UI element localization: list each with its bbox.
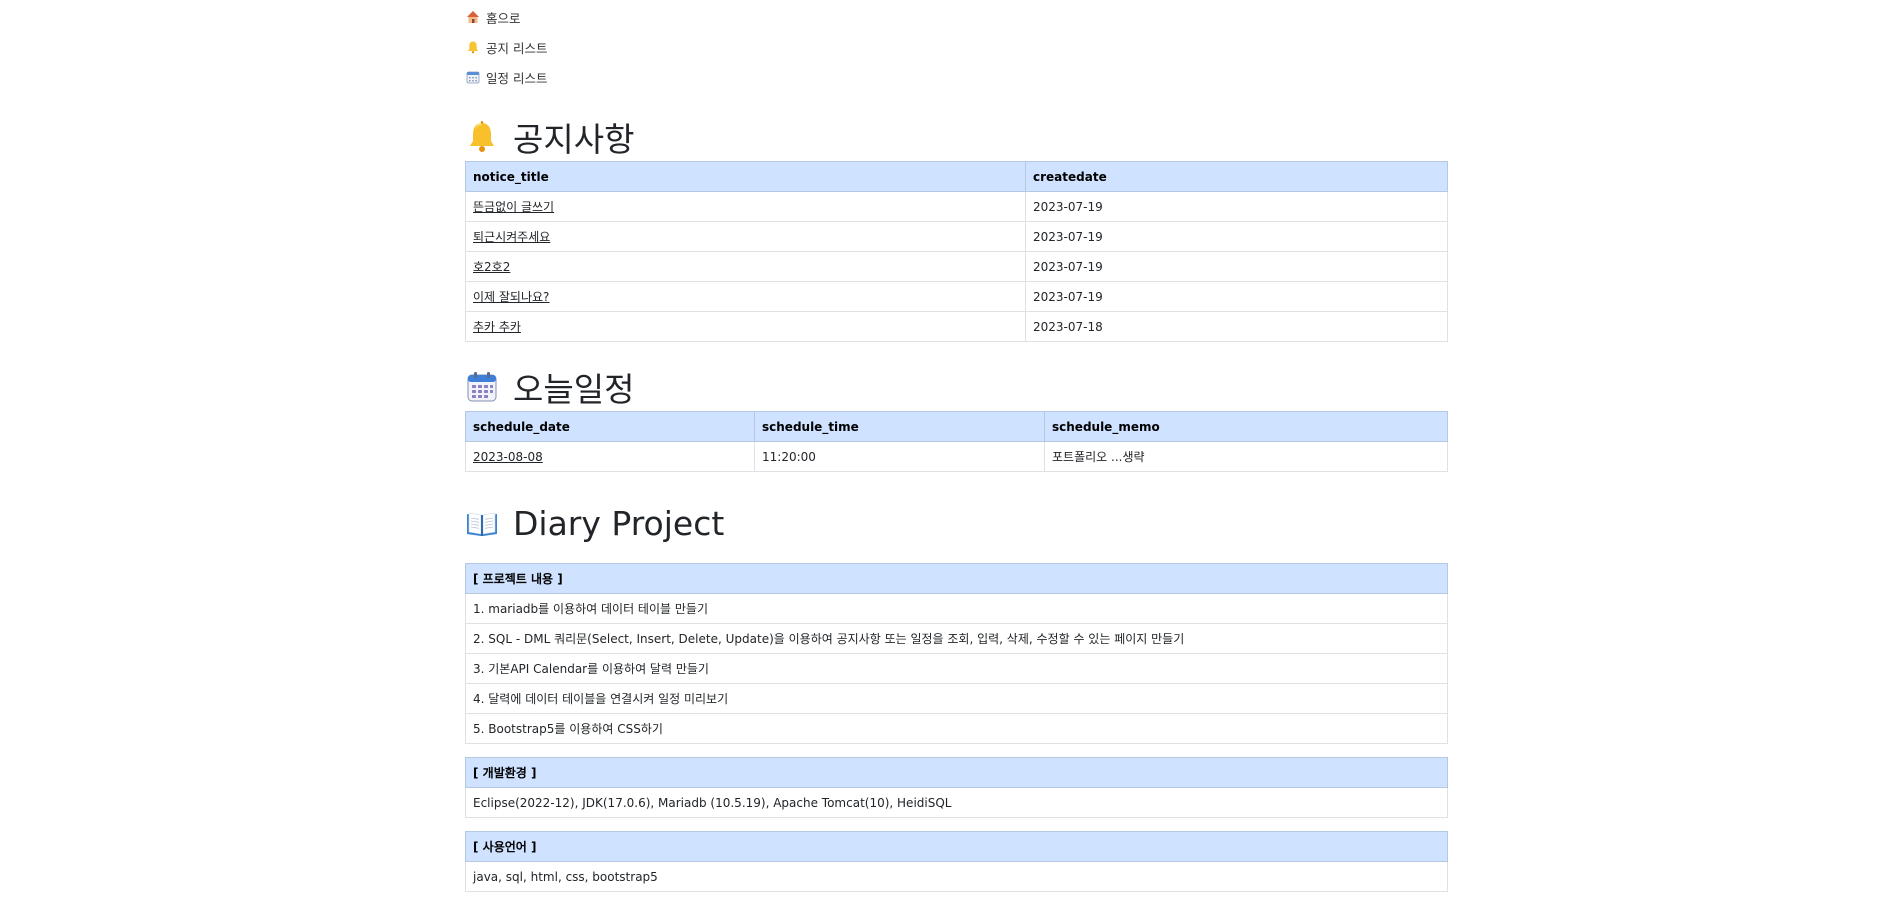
project-lang-header: [ 사용언어 ] [465, 831, 1448, 862]
project-content-item: 2. SQL - DML 쿼리문(Select, Insert, Delete,… [465, 623, 1448, 654]
table-row: Eclipse(2022-12), JDK(17.0.6), Mariadb (… [465, 787, 1448, 818]
notice-link[interactable]: 이제 잘되나요? [473, 290, 549, 304]
notice-date-cell: 2023-07-19 [1025, 281, 1448, 312]
notice-date-cell: 2023-07-19 [1025, 221, 1448, 252]
table-row: 호2호2 2023-07-19 [465, 251, 1448, 282]
page: 홈으로 공지 리스트 일정 리스트 공지사항 notice_title crea… [465, 0, 1448, 892]
schedule-memo-cell: 포트폴리오 ...생략 [1044, 441, 1448, 472]
bell-icon [465, 120, 499, 154]
project-title: Diary Project [513, 503, 725, 543]
column-header-createdate: createdate [1025, 161, 1448, 192]
notice-heading: 공지사항 [465, 116, 1448, 159]
nav-label-home: 홈으로 [486, 10, 521, 26]
nav-label-schedule-list: 일정 리스트 [486, 70, 548, 86]
notice-title: 공지사항 [513, 120, 635, 159]
project-env-header: [ 개발환경 ] [465, 757, 1448, 788]
notice-date-cell: 2023-07-18 [1025, 311, 1448, 342]
nav-link-schedule-list[interactable]: 일정 리스트 [466, 68, 547, 87]
notice-link[interactable]: 퇴근시켜주세요 [473, 230, 550, 244]
notice-date-cell: 2023-07-19 [1025, 191, 1448, 222]
schedule-heading: 오늘일정 [465, 366, 1448, 409]
project-lang-value: java, sql, html, css, bootstrap5 [465, 861, 1448, 892]
schedule-date-cell: 2023-08-08 [465, 441, 755, 472]
notice-title-cell: 퇴근시켜주세요 [465, 221, 1026, 252]
project-content-item: 1. mariadb를 이용하여 데이터 테이블 만들기 [465, 593, 1448, 624]
project-lang-header-row: [ 사용언어 ] [465, 831, 1448, 862]
project-env-header-row: [ 개발환경 ] [465, 757, 1448, 788]
table-row: 2023-08-08 11:20:00 포트폴리오 ...생략 [465, 441, 1448, 472]
schedule-title: 오늘일정 [513, 370, 635, 409]
project-heading: Diary Project [465, 502, 1448, 544]
notice-date-cell: 2023-07-19 [1025, 251, 1448, 282]
nav-link-notice-list[interactable]: 공지 리스트 [466, 38, 547, 57]
project-content-item: 4. 달력에 데이터 테이블을 연결시켜 일정 미리보기 [465, 683, 1448, 714]
table-row: 1. mariadb를 이용하여 데이터 테이블 만들기 [465, 593, 1448, 624]
project-content-header-row: [ 프로젝트 내용 ] [465, 563, 1448, 594]
project-content-item: 3. 기본API Calendar를 이용하여 달력 만들기 [465, 653, 1448, 684]
table-row: 2. SQL - DML 쿼리문(Select, Insert, Delete,… [465, 623, 1448, 654]
project-env-value: Eclipse(2022-12), JDK(17.0.6), Mariadb (… [465, 787, 1448, 818]
project-content-header: [ 프로젝트 내용 ] [465, 563, 1448, 594]
schedule-time-cell: 11:20:00 [754, 441, 1045, 472]
column-header-notice-title: notice_title [465, 161, 1026, 192]
house-icon [466, 10, 480, 24]
notice-link[interactable]: 추카 추카 [473, 320, 521, 334]
table-row: 이제 잘되나요? 2023-07-19 [465, 281, 1448, 312]
project-content-table: [ 프로젝트 내용 ] 1. mariadb를 이용하여 데이터 테이블 만들기… [465, 563, 1448, 744]
table-row: 퇴근시켜주세요 2023-07-19 [465, 221, 1448, 252]
table-row: 추카 추카 2023-07-18 [465, 311, 1448, 342]
table-row: 뜬금없이 글쓰기 2023-07-19 [465, 191, 1448, 222]
schedule-date-link[interactable]: 2023-08-08 [473, 450, 543, 464]
nav-item-home: 홈으로 [465, 2, 1448, 32]
calendar-icon [465, 370, 499, 404]
nav-link-home[interactable]: 홈으로 [466, 8, 521, 27]
notice-link[interactable]: 뜬금없이 글쓰기 [473, 200, 554, 214]
column-header-schedule-time: schedule_time [754, 411, 1045, 442]
bell-icon [466, 40, 480, 54]
notice-title-cell: 추카 추카 [465, 311, 1026, 342]
column-header-schedule-date: schedule_date [465, 411, 755, 442]
column-header-schedule-memo: schedule_memo [1044, 411, 1448, 442]
notice-title-cell: 이제 잘되나요? [465, 281, 1026, 312]
table-row: 4. 달력에 데이터 테이블을 연결시켜 일정 미리보기 [465, 683, 1448, 714]
nav-menu: 홈으로 공지 리스트 일정 리스트 [465, 2, 1448, 92]
calendar-icon [466, 70, 480, 84]
open-book-icon [465, 506, 499, 540]
project-lang-table: [ 사용언어 ] java, sql, html, css, bootstrap… [465, 831, 1448, 892]
project-env-table: [ 개발환경 ] Eclipse(2022-12), JDK(17.0.6), … [465, 757, 1448, 818]
table-row: 3. 기본API Calendar를 이용하여 달력 만들기 [465, 653, 1448, 684]
notice-title-cell: 호2호2 [465, 251, 1026, 282]
nav-label-notice-list: 공지 리스트 [486, 40, 548, 56]
schedule-table: schedule_date schedule_time schedule_mem… [465, 411, 1448, 472]
table-row: java, sql, html, css, bootstrap5 [465, 861, 1448, 892]
project-content-item: 5. Bootstrap5를 이용하여 CSS하기 [465, 713, 1448, 744]
nav-item-notice-list: 공지 리스트 [465, 32, 1448, 62]
nav-item-schedule-list: 일정 리스트 [465, 62, 1448, 92]
schedule-table-header-row: schedule_date schedule_time schedule_mem… [465, 411, 1448, 442]
notice-table: notice_title createdate 뜬금없이 글쓰기 2023-07… [465, 161, 1448, 342]
notice-title-cell: 뜬금없이 글쓰기 [465, 191, 1026, 222]
notice-table-header-row: notice_title createdate [465, 161, 1448, 192]
notice-link[interactable]: 호2호2 [473, 260, 510, 274]
table-row: 5. Bootstrap5를 이용하여 CSS하기 [465, 713, 1448, 744]
